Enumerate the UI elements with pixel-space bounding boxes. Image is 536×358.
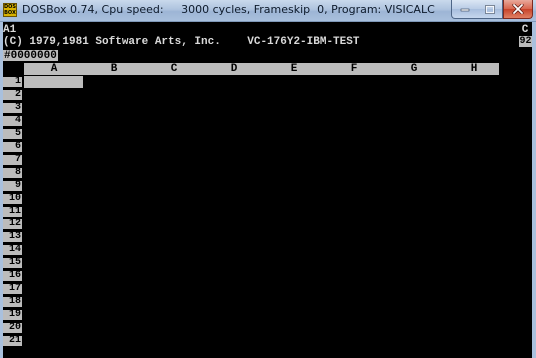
row-header-3[interactable]: 3 bbox=[3, 103, 22, 113]
close-button[interactable] bbox=[503, 0, 533, 19]
row-header-15[interactable]: 15 bbox=[3, 258, 22, 268]
row-header-17[interactable]: 17 bbox=[3, 284, 22, 294]
column-header-e[interactable]: E bbox=[264, 63, 324, 75]
row-header-7[interactable]: 7 bbox=[3, 155, 22, 165]
column-header-f[interactable]: F bbox=[324, 63, 384, 75]
row-header-12[interactable]: 12 bbox=[3, 219, 22, 229]
row-header-14[interactable]: 14 bbox=[3, 245, 22, 255]
row-header-21[interactable]: 21 bbox=[3, 336, 22, 346]
column-header-d[interactable]: D bbox=[204, 63, 264, 75]
window-titlebar[interactable]: DOS BOX DOSBox 0.74, Cpu speed: 3000 cyc… bbox=[0, 0, 536, 22]
window-frame-right bbox=[532, 22, 536, 358]
column-header-h[interactable]: H bbox=[444, 63, 504, 75]
app-icon-label: DOS BOX bbox=[4, 4, 17, 16]
dos-screen[interactable]: A1 C (C) 1979,1981 Software Arts, Inc. V… bbox=[3, 22, 532, 358]
close-icon bbox=[512, 4, 524, 14]
row-header-13[interactable]: 13 bbox=[3, 232, 22, 242]
column-header-c[interactable]: C bbox=[144, 63, 204, 75]
dosbox-icon[interactable]: DOS BOX bbox=[3, 3, 17, 17]
row-header-2[interactable]: 2 bbox=[3, 90, 22, 100]
row-header-19[interactable]: 19 bbox=[3, 310, 22, 320]
row-header-8[interactable]: 8 bbox=[3, 168, 22, 178]
minimize-icon bbox=[460, 8, 469, 12]
row-header-10[interactable]: 10 bbox=[3, 194, 22, 204]
command-line[interactable]: #0000000 bbox=[3, 50, 58, 62]
row-header-1[interactable]: 1 bbox=[3, 77, 22, 87]
row-header-9[interactable]: 9 bbox=[3, 181, 22, 191]
row-header-4[interactable]: 4 bbox=[3, 116, 22, 126]
row-header-5[interactable]: 5 bbox=[3, 129, 22, 139]
memory-indicator: 92 bbox=[519, 36, 532, 47]
row-header-18[interactable]: 18 bbox=[3, 297, 22, 307]
row-header-20[interactable]: 20 bbox=[3, 323, 22, 333]
maximize-icon bbox=[484, 4, 495, 14]
column-header-a[interactable]: A bbox=[24, 63, 84, 75]
cell-cursor-a1[interactable] bbox=[24, 76, 83, 88]
row-header-6[interactable]: 6 bbox=[3, 142, 22, 152]
status-cell-ref: A1 bbox=[3, 24, 17, 36]
window-title: DOSBox 0.74, Cpu speed: 3000 cycles, Fra… bbox=[22, 3, 435, 16]
maximize-button[interactable] bbox=[477, 0, 503, 19]
row-header-11[interactable]: 11 bbox=[3, 207, 22, 217]
mode-indicator: C bbox=[521, 24, 529, 36]
row-header-16[interactable]: 16 bbox=[3, 271, 22, 281]
column-header-g[interactable]: G bbox=[384, 63, 444, 75]
column-header-b[interactable]: B bbox=[84, 63, 144, 75]
minimize-button[interactable] bbox=[451, 0, 478, 19]
prompt-line: (C) 1979,1981 Software Arts, Inc. VC-176… bbox=[3, 36, 360, 48]
